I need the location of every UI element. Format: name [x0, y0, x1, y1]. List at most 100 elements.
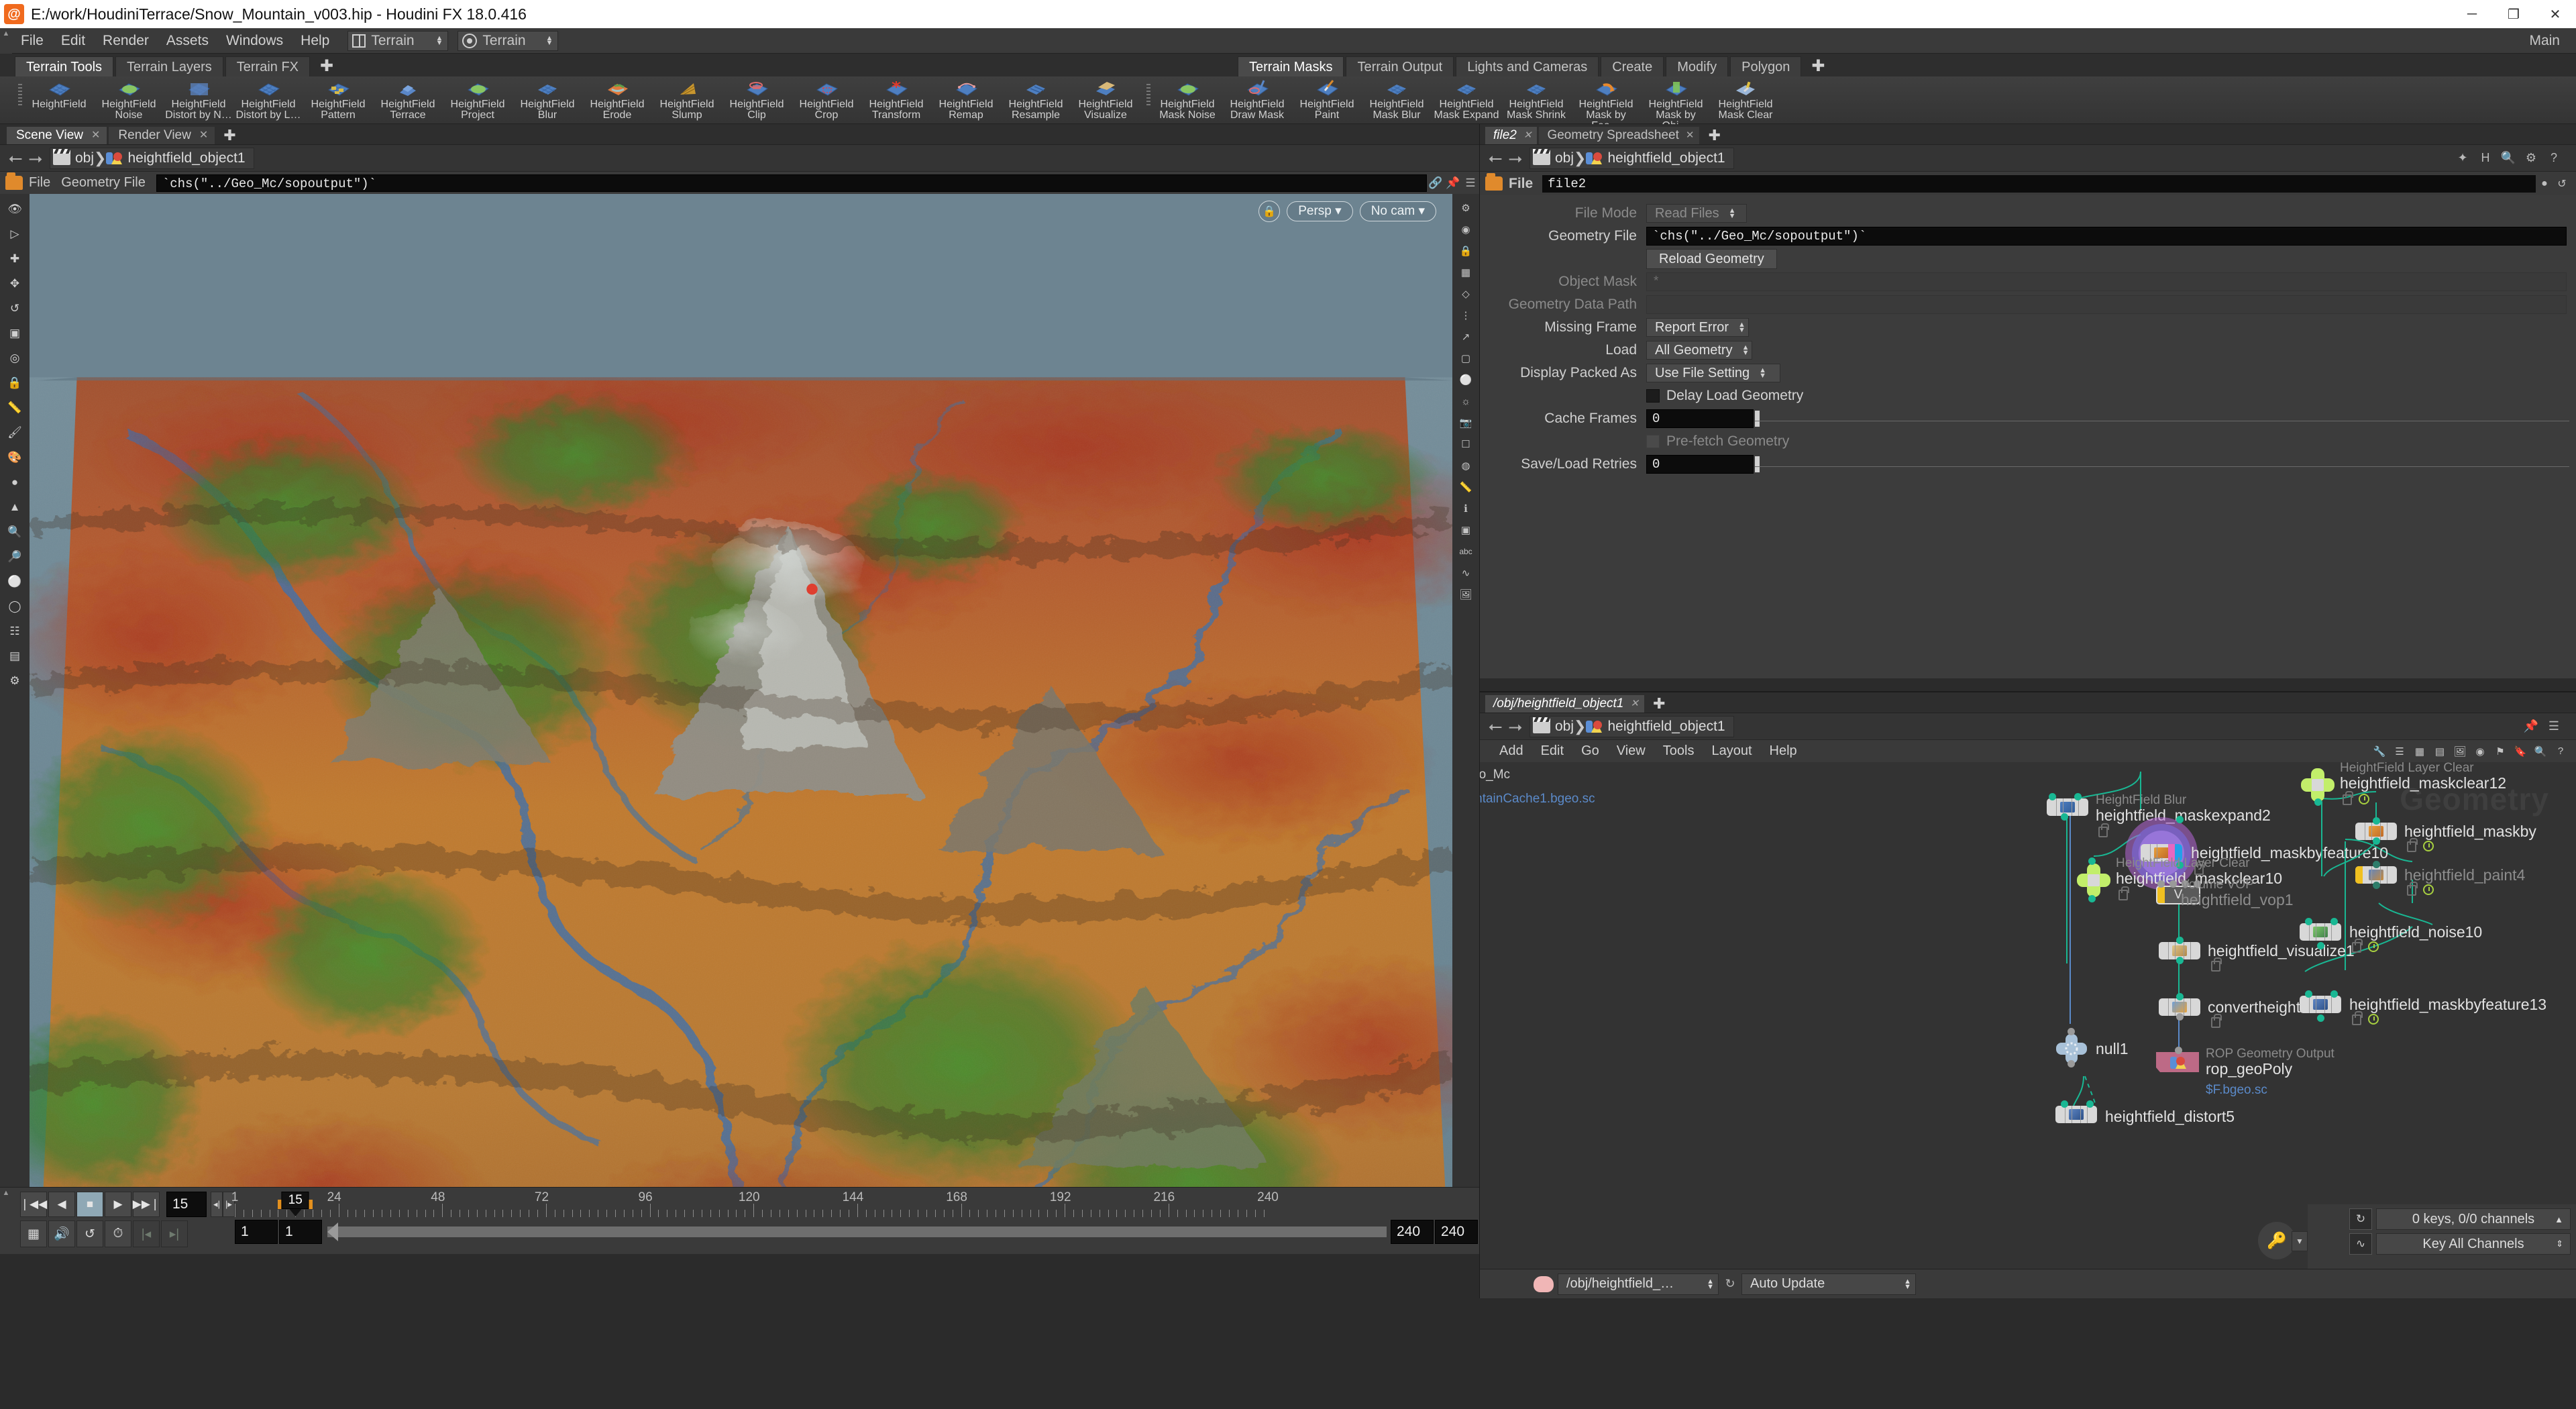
sculpt-tool-icon[interactable]: ● [3, 471, 26, 494]
parm-field-object-mask[interactable]: * [1646, 272, 2567, 291]
playhead[interactable]: 15 [281, 1192, 309, 1216]
camera-icon[interactable]: 📷 [1455, 413, 1477, 433]
magnify-out-icon[interactable]: 🔎 [3, 545, 26, 568]
timeline-scrollbar[interactable] [327, 1222, 1387, 1241]
node-heightfield-noise10[interactable] [2300, 923, 2341, 941]
shelf-tool-heightfield-erode[interactable]: HeightField Erode [582, 76, 652, 121]
shelf-tool-heightfield-paint[interactable]: HeightField Paint [1292, 76, 1362, 132]
shelf-add-tab-icon-right[interactable]: ✚ [1803, 56, 1833, 76]
play-forwards-button[interactable]: ▶ [105, 1192, 131, 1217]
reload-geometry-button[interactable]: Reload Geometry [1646, 249, 1777, 269]
parm-slider[interactable] [1755, 455, 2576, 474]
mbf13-output-dot[interactable] [2317, 1014, 2324, 1022]
brush-tool-icon[interactable]: 🖌 [3, 421, 26, 444]
net-tree-icon[interactable]: ▤ [2430, 743, 2450, 760]
shelf-tool-heightfield-crop[interactable]: HeightField Crop [792, 76, 861, 121]
parm-star-icon[interactable]: ✦ [2451, 148, 2474, 169]
parameter-breadcrumb[interactable]: obj ❯ heightfield_object1 [1529, 147, 1734, 169]
mbf13-input-dot-2[interactable] [2330, 990, 2338, 998]
close-icon-2[interactable]: ✕ [199, 127, 208, 144]
shelf-add-tab-icon[interactable]: ✚ [312, 56, 341, 76]
set-key-button[interactable]: 🔑 [2258, 1222, 2296, 1259]
terrain-tool-icon[interactable]: ▲ [3, 496, 26, 519]
parm-field-geometry-data-path[interactable] [1646, 295, 2567, 314]
keys-channels-status[interactable]: 0 keys, 0/0 channels ▲ [2376, 1208, 2571, 1230]
net-wrench-icon[interactable]: 🔧 [2369, 743, 2390, 760]
jump-to-end-button[interactable]: ▶▶❘ [133, 1192, 160, 1217]
xray-icon[interactable]: ◍ [1455, 456, 1477, 476]
parameter-add-tab-icon[interactable]: ✚ [1701, 127, 1727, 144]
close-icon-5[interactable]: ✕ [1630, 695, 1639, 713]
menu-help[interactable]: Help [292, 28, 338, 54]
breadcrumb-node[interactable]: heightfield_object1 [106, 150, 246, 166]
node-heightfield-maskbyfeature13[interactable] [2300, 996, 2341, 1013]
netmenu-layout[interactable]: Layout [1703, 743, 1760, 759]
scale-tool-icon[interactable]: ▣ [3, 322, 26, 345]
shelf-tool-heightfield-resample[interactable]: HeightField Resample [1001, 76, 1071, 121]
slider-handle[interactable] [1755, 411, 1760, 427]
viewport-canvas[interactable]: 🔒 Persp ▾ No cam ▾ [30, 194, 1452, 1187]
shelf-tool-heightfield-remap[interactable]: HeightField Remap [931, 76, 1001, 121]
node-flag-icon[interactable]: ● [2536, 178, 2553, 190]
points-icon[interactable]: ⋮ [1455, 305, 1477, 325]
audio-icon[interactable]: 🔊 [48, 1220, 75, 1247]
close-icon[interactable]: ✕ [91, 127, 100, 144]
display-options-icon[interactable]: ⚙ [1455, 198, 1477, 218]
close-icon-4[interactable]: ✕ [1686, 127, 1695, 144]
paint4-input-dot[interactable] [2373, 861, 2380, 868]
shading-mode-icon[interactable]: ◉ [1455, 219, 1477, 240]
parm-pin-icon[interactable]: 📌 [1444, 174, 1462, 192]
net-color-icon[interactable]: ◉ [2470, 743, 2490, 760]
next-key-icon[interactable]: ▸| [161, 1220, 188, 1247]
shelf-tool-heightfield-pattern[interactable]: HeightField Pattern [303, 76, 373, 121]
netmenu-go[interactable]: Go [1572, 743, 1608, 759]
parm-back-arrow-icon[interactable]: ⭠ [1485, 148, 1505, 168]
shelf-tool-heightfield-slump[interactable]: HeightField Slump [652, 76, 722, 121]
handle-tool-icon[interactable]: ✚ [3, 248, 26, 270]
light-icon[interactable]: ☼ [1455, 391, 1477, 411]
net-grid-icon[interactable]: ▦ [2410, 743, 2430, 760]
lock-tool-icon[interactable]: 🔒 [3, 372, 26, 395]
network-add-tab-icon[interactable]: ✚ [1646, 695, 1672, 713]
maskclear12-output-dot[interactable] [2314, 798, 2322, 806]
key-mode-selector[interactable]: Key All Channels ⇕ [2376, 1233, 2571, 1255]
timeline-ruler[interactable]: 1 24 48 72 96 120 144 168 192 216 240 15 [231, 1190, 1479, 1217]
parm-checkbox[interactable] [1646, 389, 1660, 403]
parm-slider[interactable] [1755, 409, 2576, 428]
step-back-icon[interactable]: ◂| [211, 1192, 223, 1217]
move-tool-icon[interactable]: ✥ [3, 272, 26, 295]
playback-end-field[interactable]: 240 [1391, 1220, 1434, 1244]
lock-view-icon[interactable]: 🔒 [1455, 241, 1477, 261]
net-breadcrumb-node[interactable]: heightfield_object1 [1586, 719, 1725, 735]
shelf-drag-handle-right[interactable] [1144, 76, 1152, 114]
shelf-tool-heightfield-terrace[interactable]: HeightField Terrace [373, 76, 443, 121]
view-tool-icon[interactable]: 👁 [3, 198, 26, 221]
network-breadcrumb[interactable]: obj ❯ heightfield_object1 [1529, 715, 1734, 737]
shelf-tool-heightfield-mask-blur[interactable]: HeightField Mask Blur [1362, 76, 1432, 132]
node-heightfield-maskclear12[interactable] [2300, 768, 2336, 802]
shelf-tool-heightfield-distort-noise[interactable]: HeightField Distort by N… [164, 76, 233, 121]
global-start-field[interactable]: 1 [235, 1220, 278, 1244]
parm-value-field[interactable]: 0 [1646, 455, 1754, 474]
wireframe-icon[interactable]: ◇ [1455, 284, 1477, 304]
minimize-button[interactable]: ─ [2451, 0, 2493, 28]
status-refresh-icon[interactable]: ↻ [1719, 1273, 1741, 1295]
noise10-output-dot[interactable] [2317, 942, 2324, 949]
netmenu-help[interactable]: Help [1761, 743, 1806, 759]
parm-menu-missing-frame[interactable]: Report Error ▲ ▼ [1646, 318, 1749, 337]
grid-toggle-icon[interactable]: ▦ [1455, 262, 1477, 282]
net-flag-icon[interactable]: ⚑ [2490, 743, 2510, 760]
slider-handle[interactable] [1755, 456, 1760, 472]
viewport-projection-chip[interactable]: Persp ▾ [1287, 201, 1353, 221]
viewport-lock-icon[interactable]: 🔒 [1258, 201, 1281, 222]
channel-refresh-icon[interactable]: ↻ [2349, 1208, 2372, 1230]
parm-checkbox-group[interactable]: Pre-fetch Geometry [1646, 431, 1789, 452]
material-icon[interactable]: ⚪ [1455, 370, 1477, 390]
mbf13-input-dot-1[interactable] [2305, 990, 2312, 998]
playbar-options-icon[interactable]: ▦ [20, 1220, 47, 1247]
key-options-chevron-icon[interactable]: ▼ [2292, 1231, 2308, 1251]
tab-geometry-spreadsheet[interactable]: Geometry Spreadsheet ✕ [1539, 127, 1700, 144]
status-path-selector[interactable]: /obj/heightfield_… ▲ ▼ [1558, 1273, 1719, 1295]
parameter-node-name-field[interactable]: file2 [1542, 174, 2536, 193]
shelf-tool-heightfield-mask-clear[interactable]: HeightField Mask Clear [1711, 76, 1780, 132]
